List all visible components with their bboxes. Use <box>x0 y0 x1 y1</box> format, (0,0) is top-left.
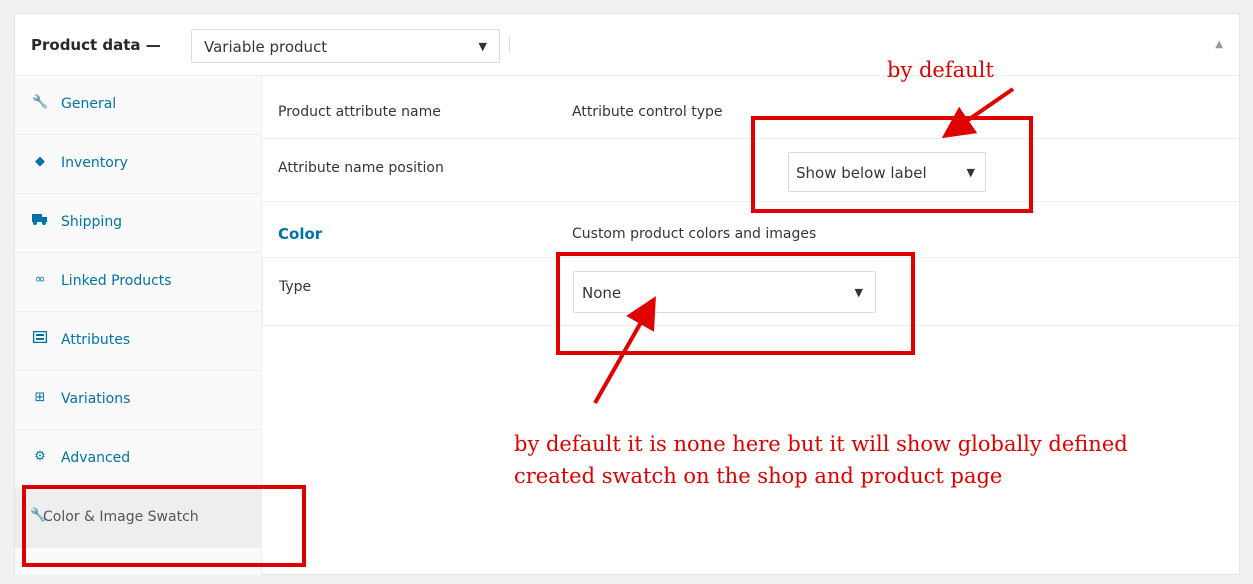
arrow-to-position <box>941 87 1015 139</box>
annotation-arrows <box>593 87 1015 404</box>
arrow-to-type <box>593 296 656 404</box>
